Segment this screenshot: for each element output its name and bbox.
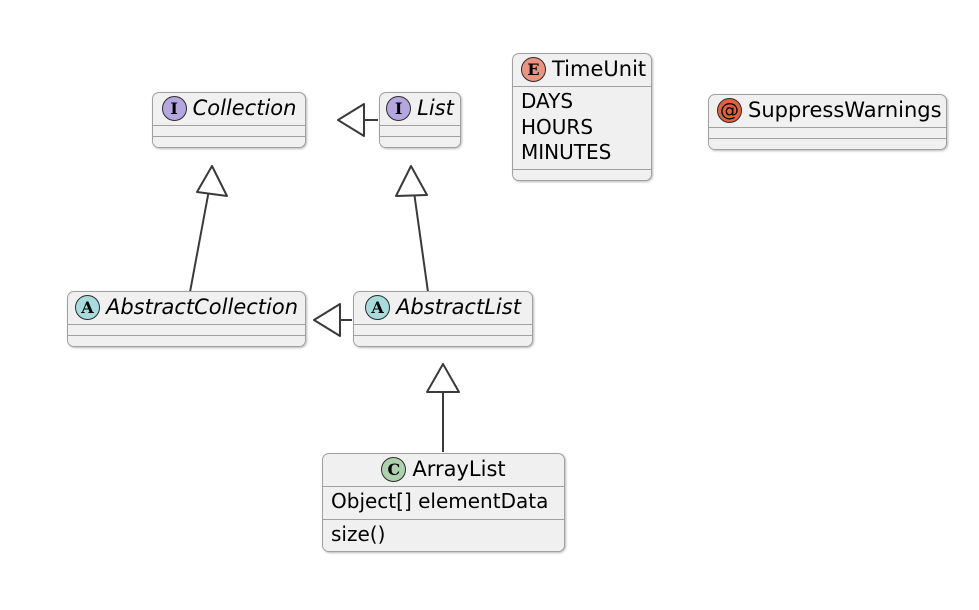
generalization-abstractlist-to-abstractcollection <box>313 303 352 337</box>
methods-compartment-arraylist: size() <box>323 518 564 552</box>
node-name-arraylist: ArrayList <box>412 456 506 481</box>
fields-compartment-arraylist: Object[] elementData <box>323 486 564 519</box>
fields-compartment-abstractlist <box>354 324 532 335</box>
methods-compartment-abstractlist <box>354 335 532 346</box>
node-title-abstractlist: A AbstractList <box>354 292 532 324</box>
class-badge-icon: C <box>381 457 407 482</box>
constants-compartment-timeunit: DAYS HOURS MINUTES <box>513 86 651 169</box>
uml-class-diagram: I Collection I List E TimeUnit DAYS HOUR… <box>0 0 979 610</box>
interface-badge-icon: I <box>161 96 187 121</box>
fields-compartment-suppresswarnings <box>709 127 946 138</box>
uml-node-timeunit[interactable]: E TimeUnit DAYS HOURS MINUTES <box>512 53 652 181</box>
abstract-badge-icon: A <box>365 295 391 320</box>
uml-node-abstractlist[interactable]: A AbstractList <box>353 291 533 347</box>
node-name-list: List <box>417 95 454 120</box>
uml-node-abstractcollection[interactable]: A AbstractCollection <box>67 291 306 347</box>
abstract-badge-icon: A <box>74 295 100 320</box>
enum-constant-row: MINUTES <box>521 140 612 165</box>
generalization-arraylist-to-abstractlist <box>426 363 460 452</box>
fields-compartment-list <box>380 125 460 136</box>
uml-node-collection[interactable]: I Collection <box>152 92 306 148</box>
fields-compartment-collection <box>153 125 305 136</box>
node-name-collection: Collection <box>192 95 297 120</box>
uml-node-arraylist[interactable]: C ArrayList Object[] elementData size() <box>322 453 565 553</box>
enum-badge-icon: E <box>521 57 546 82</box>
node-name-abstractcollection: AbstractCollection <box>105 294 299 319</box>
node-title-timeunit: E TimeUnit <box>513 54 651 86</box>
node-name-timeunit: TimeUnit <box>552 56 647 81</box>
node-title-abstractcollection: A AbstractCollection <box>68 292 305 324</box>
enum-constant-row: HOURS <box>521 114 594 139</box>
field-row: Object[] elementData <box>331 489 549 513</box>
node-title-suppresswarnings: @ SuppressWarnings <box>709 95 946 127</box>
uml-node-list[interactable]: I List <box>379 92 461 148</box>
node-title-collection: I Collection <box>153 93 305 125</box>
node-title-list: I List <box>380 93 460 125</box>
generalization-list-to-collection <box>337 103 378 137</box>
node-title-arraylist: C ArrayList <box>323 454 564 486</box>
fields-compartment-abstractcollection <box>68 324 305 335</box>
methods-compartment-collection <box>153 136 305 147</box>
generalization-abstractlist-to-list <box>395 165 429 293</box>
generalization-abstractcollection-to-collection <box>189 165 228 293</box>
methods-compartment-list <box>380 136 460 147</box>
uml-node-suppresswarnings[interactable]: @ SuppressWarnings <box>708 94 947 150</box>
enum-constant-row: DAYS <box>521 89 574 113</box>
node-name-abstractlist: AbstractList <box>396 294 521 319</box>
methods-compartment-abstractcollection <box>68 335 305 346</box>
methods-compartment-suppresswarnings <box>709 138 946 149</box>
methods-compartment-timeunit <box>513 168 651 180</box>
interface-badge-icon: I <box>386 96 412 121</box>
node-name-suppresswarnings: SuppressWarnings <box>748 97 942 122</box>
annotation-badge-icon: @ <box>717 98 742 123</box>
method-row: size() <box>331 521 386 546</box>
